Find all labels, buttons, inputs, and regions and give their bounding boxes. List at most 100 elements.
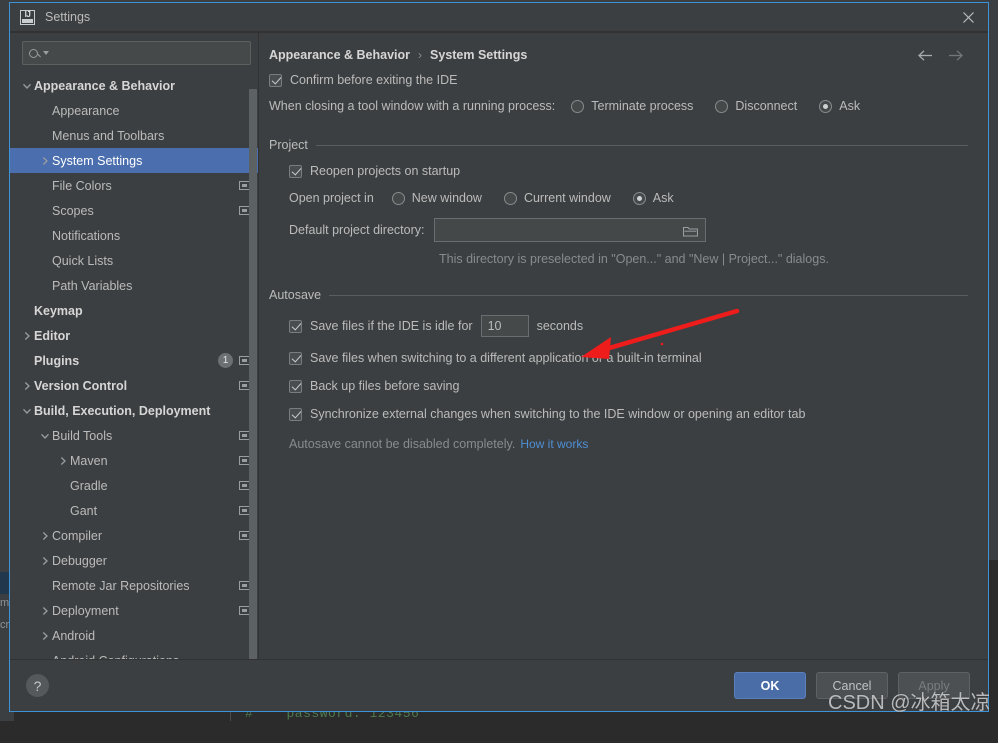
arrow-right-icon[interactable] (946, 46, 964, 64)
autosave-sync-checkbox[interactable] (289, 408, 302, 421)
breadcrumb-separator: › (418, 48, 422, 62)
reopen-projects-row[interactable]: Reopen projects on startup (289, 164, 968, 178)
sidebar-scrollbar-thumb[interactable] (249, 89, 257, 659)
open-project-option-new-window[interactable]: New window (392, 191, 482, 205)
sidebar-item-android[interactable]: Android (10, 623, 258, 648)
tool-window-option-terminate[interactable]: Terminate process (571, 99, 693, 113)
sidebar-item-plugins[interactable]: Plugins1 (10, 348, 258, 373)
radio-selected-icon[interactable] (633, 192, 646, 205)
sidebar-item-remote-jar-repositories[interactable]: Remote Jar Repositories (10, 573, 258, 598)
settings-sidebar: Appearance & Behavior AppearanceMenus and… (10, 33, 259, 659)
tree-spacer (38, 204, 52, 218)
autosave-idle-checkbox[interactable] (289, 320, 302, 333)
ok-button[interactable]: OK (734, 672, 806, 699)
chevron-right-icon[interactable] (38, 604, 52, 618)
folder-icon[interactable] (683, 224, 698, 236)
autosave-section-header: Autosave (269, 288, 968, 302)
intellij-logo-icon: IJ (20, 10, 35, 25)
chevron-right-icon[interactable] (38, 154, 52, 168)
chevron-right-icon[interactable] (56, 454, 70, 468)
open-project-option-current-window[interactable]: Current window (504, 191, 611, 205)
search-box[interactable] (22, 41, 251, 65)
sidebar-item-deployment[interactable]: Deployment (10, 598, 258, 623)
sidebar-item-keymap[interactable]: Keymap (10, 298, 258, 323)
breadcrumb-root[interactable]: Appearance & Behavior (269, 48, 410, 62)
sidebar-item-gant[interactable]: Gant (10, 498, 258, 523)
radio-icon[interactable] (504, 192, 517, 205)
chevron-right-icon[interactable] (20, 329, 34, 343)
chevron-right-icon[interactable] (38, 554, 52, 568)
sidebar-item-gradle[interactable]: Gradle (10, 473, 258, 498)
chevron-down-icon[interactable] (38, 429, 52, 443)
tool-window-option-disconnect[interactable]: Disconnect (715, 99, 797, 113)
sidebar-item-editor[interactable]: Editor (10, 323, 258, 348)
chevron-right-icon[interactable] (38, 629, 52, 643)
open-project-option-label: Current window (524, 191, 611, 205)
settings-main-pane: Appearance & Behavior › System Settings (259, 33, 988, 659)
arrow-left-icon[interactable] (916, 46, 934, 64)
cancel-button[interactable]: Cancel (816, 672, 888, 699)
open-project-in-radio-group[interactable]: New window Current window Ask (392, 191, 674, 205)
sidebar-item-android-configurations[interactable]: Android Configurations (10, 648, 258, 659)
default-project-directory-field[interactable] (434, 218, 706, 242)
project-section-body: Reopen projects on startup Open project … (269, 164, 968, 266)
sidebar-item-appearance-behavior[interactable]: Appearance & Behavior (10, 73, 258, 98)
sidebar-item-quick-lists[interactable]: Quick Lists (10, 248, 258, 273)
sidebar-item-label: Notifications (52, 229, 250, 243)
close-icon[interactable] (956, 5, 980, 29)
sidebar-item-system-settings[interactable]: System Settings (10, 148, 258, 173)
search-dropdown-caret-icon[interactable] (43, 51, 49, 55)
autosave-section-body: Save files if the IDE is idle for 10 sec… (269, 315, 968, 451)
background-text-fragment-a: m (0, 597, 9, 609)
help-button[interactable]: ? (26, 674, 49, 697)
open-project-option-ask[interactable]: Ask (633, 191, 674, 205)
tool-window-radio-group[interactable]: Terminate process Disconnect Ask (571, 99, 860, 113)
autosave-backup-row[interactable]: Back up files before saving (289, 379, 968, 393)
how-it-works-link[interactable]: How it works (520, 437, 588, 451)
autosave-note: Autosave cannot be disabled completely. (289, 437, 515, 451)
settings-tree[interactable]: Appearance & Behavior AppearanceMenus and… (10, 71, 258, 659)
sidebar-item-notifications[interactable]: Notifications (10, 223, 258, 248)
confirm-exit-checkbox[interactable] (269, 74, 282, 87)
autosave-backup-checkbox[interactable] (289, 380, 302, 393)
chevron-down-icon[interactable] (20, 404, 34, 418)
default-project-directory-row: Default project directory: (289, 218, 968, 242)
sidebar-item-debugger[interactable]: Debugger (10, 548, 258, 573)
autosave-idle-seconds-input[interactable]: 10 (481, 315, 529, 337)
sidebar-item-version-control[interactable]: Version Control (10, 373, 258, 398)
footer-buttons: OK Cancel Apply (734, 672, 970, 699)
autosave-switch-app-checkbox[interactable] (289, 352, 302, 365)
radio-selected-icon[interactable] (819, 100, 832, 113)
sidebar-item-compiler[interactable]: Compiler (10, 523, 258, 548)
search-input[interactable] (53, 46, 244, 60)
autosave-idle-label-after: seconds (537, 319, 584, 333)
radio-icon[interactable] (392, 192, 405, 205)
sidebar-item-path-variables[interactable]: Path Variables (10, 273, 258, 298)
sidebar-item-scopes[interactable]: Scopes (10, 198, 258, 223)
sidebar-item-label: Gradle (70, 479, 239, 493)
tree-spacer (20, 354, 34, 368)
autosave-sync-row[interactable]: Synchronize external changes when switch… (289, 407, 968, 421)
radio-icon[interactable] (571, 100, 584, 113)
sidebar-item-label: Android (52, 629, 250, 643)
tool-window-option-label: Disconnect (735, 99, 797, 113)
confirm-exit-row[interactable]: Confirm before exiting the IDE (269, 73, 968, 87)
chevron-right-icon[interactable] (20, 379, 34, 393)
sidebar-item-file-colors[interactable]: File Colors (10, 173, 258, 198)
sidebar-item-menus-and-toolbars[interactable]: Menus and Toolbars (10, 123, 258, 148)
chevron-down-icon[interactable] (20, 79, 34, 93)
autosave-switch-app-row[interactable]: Save files when switching to a different… (289, 351, 968, 365)
sidebar-scrollbar-track[interactable] (248, 71, 258, 659)
sidebar-item-build-execution-deployment[interactable]: Build, Execution, Deployment (10, 398, 258, 423)
tree-spacer (38, 129, 52, 143)
tree-spacer (20, 304, 34, 318)
sidebar-item-appearance[interactable]: Appearance (10, 98, 258, 123)
reopen-projects-checkbox[interactable] (289, 165, 302, 178)
sidebar-item-label: Appearance & Behavior (34, 79, 250, 93)
radio-icon[interactable] (715, 100, 728, 113)
apply-button[interactable]: Apply (898, 672, 970, 699)
sidebar-item-build-tools[interactable]: Build Tools (10, 423, 258, 448)
tool-window-option-ask[interactable]: Ask (819, 99, 860, 113)
chevron-right-icon[interactable] (38, 529, 52, 543)
sidebar-item-maven[interactable]: Maven (10, 448, 258, 473)
